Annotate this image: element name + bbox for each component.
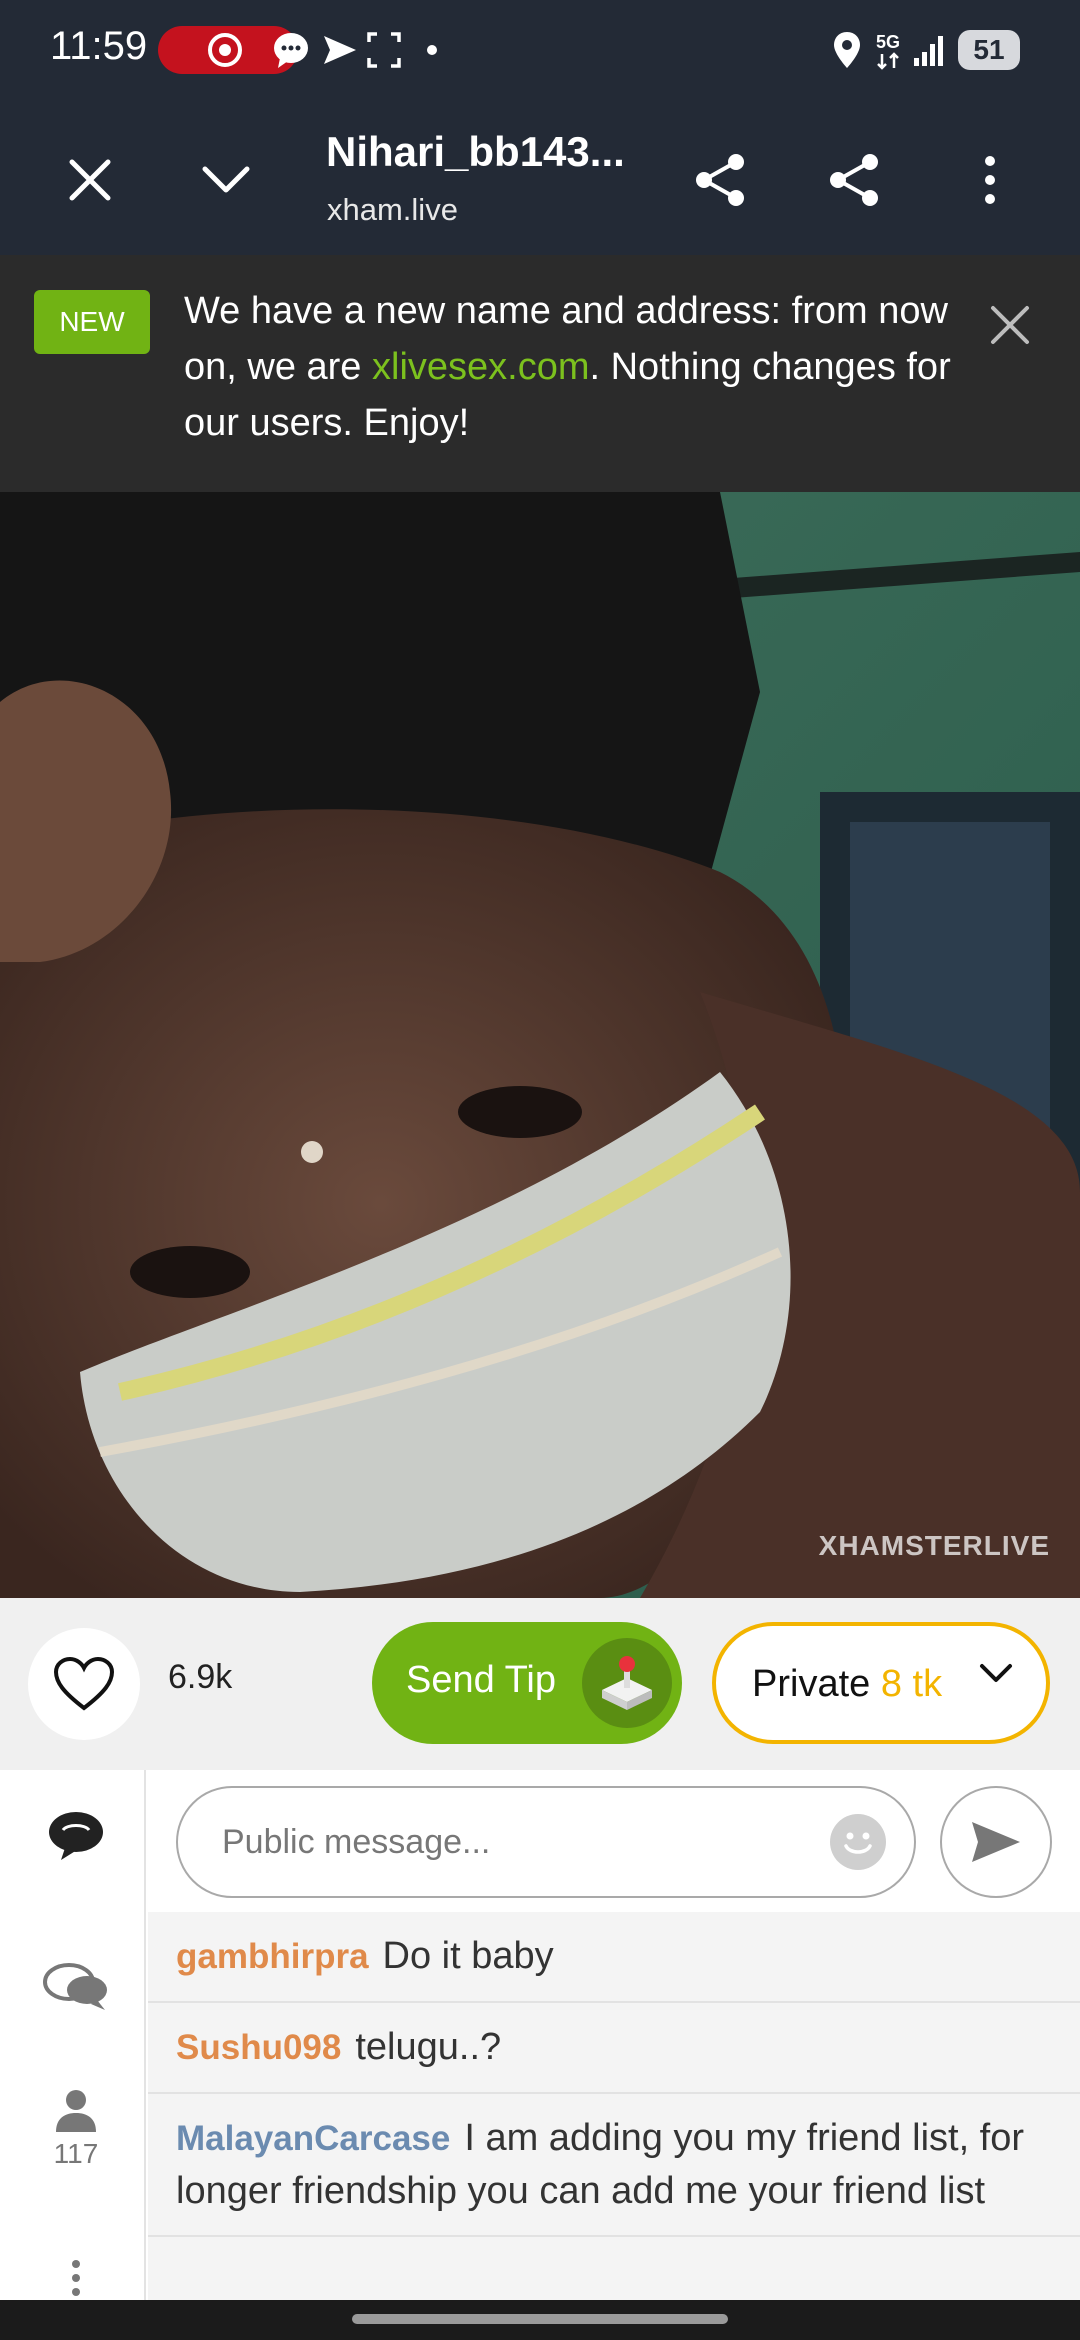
signal-icon [914, 36, 943, 66]
private-show-button[interactable]: Private 8 tk [712, 1622, 1050, 1744]
app-toolbar: Nihari_bb143... xham.live [0, 100, 1080, 255]
share-icon [696, 154, 744, 206]
message-username[interactable]: MalayanCarcase [176, 2119, 450, 2158]
location-icon [834, 32, 860, 68]
share-button-secondary[interactable] [814, 140, 894, 220]
send-tip-label: Send Tip [406, 1659, 556, 1701]
status-time: 11:59 [50, 24, 148, 68]
share-button[interactable] [680, 140, 760, 220]
svg-text:5G: 5G [876, 32, 900, 52]
dot-icon [427, 45, 437, 55]
announcement-link[interactable]: xlivesex.com [372, 346, 590, 388]
message-username[interactable]: Sushu098 [176, 2028, 341, 2067]
video-watermark: XHAMSTERLIVE [818, 1530, 1050, 1561]
emoji-button[interactable] [830, 1814, 886, 1870]
message-username[interactable]: gambhirpra [176, 1937, 369, 1976]
status-bar: 11:59 5G 51 [0, 0, 1080, 100]
close-icon [69, 159, 111, 201]
page-title: Nihari_bb143... [326, 128, 625, 175]
private-price: 8 tk [880, 1663, 943, 1705]
message-input-row [148, 1770, 1080, 1912]
announcement-text: We have a new name and address: from now… [184, 283, 964, 451]
message-text: telugu..? [355, 2026, 502, 2068]
send-message-button[interactable] [940, 1786, 1052, 1898]
chat-panel: 117 gambhirpra Do it baby Sushu098 telugu.… [0, 1770, 1080, 2300]
system-nav-bar [0, 2300, 1080, 2340]
like-count: 6.9k [168, 1658, 233, 1696]
chat-message: MalayanCarcase I am adding you my friend … [148, 2094, 1080, 2237]
more-options-button[interactable] [950, 140, 1030, 220]
close-button[interactable] [50, 140, 130, 220]
message-text: Do it baby [382, 1935, 554, 1977]
chat-messages: gambhirpra Do it baby Sushu098 telugu..? M… [148, 1912, 1080, 2300]
close-icon [991, 306, 1029, 344]
tab-public-chat[interactable] [6, 1810, 146, 1862]
user-icon [56, 2090, 96, 2132]
more-vertical-icon [72, 2260, 80, 2296]
announcement-banner: NEW We have a new name and address: from… [0, 255, 1080, 492]
private-label: Private 8 tk [752, 1663, 942, 1706]
send-tip-button[interactable]: Send Tip [372, 1622, 682, 1744]
send-icon [972, 1822, 1020, 1862]
private-text: Private [752, 1663, 871, 1705]
banner-close-button[interactable] [980, 295, 1040, 355]
new-badge: NEW [34, 290, 150, 354]
share-icon [830, 154, 878, 206]
network-5g-icon: 5G [876, 32, 900, 70]
chat-bubble-icon [274, 33, 308, 68]
chat-sidebar: 117 [6, 1770, 146, 2300]
page-url: xham.live [327, 192, 458, 227]
chevron-down-icon [980, 1664, 1012, 1682]
video-player[interactable]: XHAMSTERLIVE [0, 492, 1080, 1598]
tab-viewers[interactable]: 117 [6, 2088, 146, 2170]
chat-bubbles-icon [43, 1963, 107, 2010]
screenshot-frame-icon [367, 32, 401, 68]
video-frame [0, 492, 1080, 1598]
viewer-count: 117 [53, 2138, 99, 2169]
chat-message: Sushu098 telugu..? [148, 2003, 1080, 2094]
tab-more[interactable] [6, 2258, 146, 2298]
action-row: 6.9k Send Tip Private 8 tk [0, 1598, 1080, 1770]
tip-toy-icon [582, 1638, 672, 1728]
screen-record-icon [208, 33, 242, 67]
send-plane-icon [324, 36, 356, 64]
chat-bubble-icon [49, 1812, 103, 1860]
tab-private-chat[interactable] [6, 1960, 146, 2012]
chat-message: gambhirpra Do it baby [148, 1912, 1080, 2003]
battery-icon: 51 [958, 30, 1020, 70]
chevron-down-icon [202, 166, 250, 193]
like-button[interactable] [28, 1628, 140, 1740]
minimize-button[interactable] [186, 140, 266, 220]
more-vertical-icon [985, 156, 995, 204]
smiley-icon [844, 1832, 872, 1854]
home-gesture-handle[interactable] [352, 2314, 728, 2324]
public-message-input[interactable] [176, 1786, 916, 1898]
heart-icon [53, 1656, 115, 1711]
